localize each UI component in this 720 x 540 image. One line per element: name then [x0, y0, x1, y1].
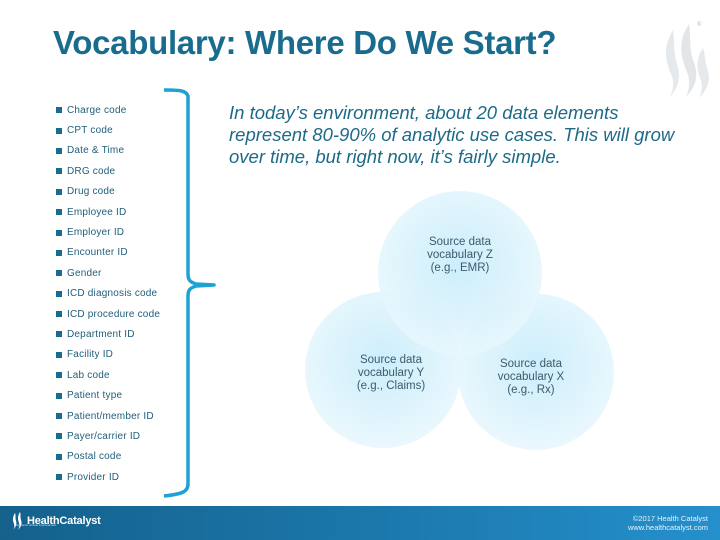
copyright-block: ©2017 Health Catalyst www.healthcatalyst…: [628, 514, 708, 532]
square-bullet-icon: [56, 372, 62, 379]
venn-label-z: Source data vocabulary Z (e.g., EMR): [427, 236, 493, 274]
list-item: Lab code: [56, 365, 160, 385]
health-catalyst-logo: HealthCatalyst: [12, 512, 101, 530]
website-link[interactable]: www.healthcatalyst.com: [628, 523, 708, 532]
list-item: Facility ID: [56, 345, 160, 365]
copyright-text: ©2017 Health Catalyst: [632, 514, 708, 523]
square-bullet-icon: [56, 107, 62, 114]
list-item: Payer/carrier ID: [56, 426, 160, 446]
square-bullet-icon: [56, 392, 62, 399]
slide-title: Vocabulary: Where Do We Start?: [53, 24, 557, 61]
square-bullet-icon: [56, 168, 62, 175]
flame-logo-watermark-icon: [666, 24, 709, 98]
square-bullet-icon: [56, 147, 62, 154]
square-bullet-icon: [56, 270, 62, 277]
list-item: Employee ID: [56, 202, 160, 222]
list-item: Patient/member ID: [56, 406, 160, 426]
venn-label-y: Source data vocabulary Y (e.g., Claims): [356, 354, 426, 392]
square-bullet-icon: [56, 311, 62, 318]
logo-tagline: Systemic clinical improvement: [16, 523, 57, 527]
footer-bar: HealthCatalyst Systemic clinical improve…: [0, 506, 720, 540]
square-bullet-icon: [56, 453, 62, 460]
square-bullet-icon: [56, 474, 62, 481]
list-item: DRG code: [56, 161, 160, 181]
list-item: ICD procedure code: [56, 304, 160, 324]
square-bullet-icon: [56, 188, 62, 195]
square-bullet-icon: [56, 249, 62, 256]
venn-diagram: Source data vocabulary Z (e.g., EMR) Sou…: [300, 190, 620, 500]
data-elements-list: Charge code CPT code Date & Time DRG cod…: [56, 100, 160, 487]
square-bullet-icon: [56, 127, 62, 134]
square-bullet-icon: [56, 229, 62, 236]
summary-quote: In today’s environment, about 20 data el…: [229, 102, 675, 167]
registered-mark: ®: [697, 22, 702, 28]
venn-label-x: Source data vocabulary X (e.g., Rx): [497, 358, 565, 396]
square-bullet-icon: [56, 209, 62, 216]
list-item: Employer ID: [56, 222, 160, 242]
list-item: Charge code: [56, 100, 160, 120]
list-item: Date & Time: [56, 141, 160, 161]
list-item: Gender: [56, 263, 160, 283]
list-item: Patient type: [56, 385, 160, 405]
flame-logo-icon: [13, 512, 22, 530]
list-item: Postal code: [56, 447, 160, 467]
square-bullet-icon: [56, 433, 62, 440]
list-item: Encounter ID: [56, 243, 160, 263]
square-bullet-icon: [56, 351, 62, 358]
list-item: CPT code: [56, 120, 160, 140]
list-item: Drug code: [56, 182, 160, 202]
square-bullet-icon: [56, 413, 62, 420]
list-item: ICD diagnosis code: [56, 284, 160, 304]
list-item: Department ID: [56, 324, 160, 344]
square-bullet-icon: [56, 290, 62, 297]
square-bullet-icon: [56, 331, 62, 338]
list-item: Provider ID: [56, 467, 160, 487]
right-curly-bracket: [163, 88, 216, 498]
